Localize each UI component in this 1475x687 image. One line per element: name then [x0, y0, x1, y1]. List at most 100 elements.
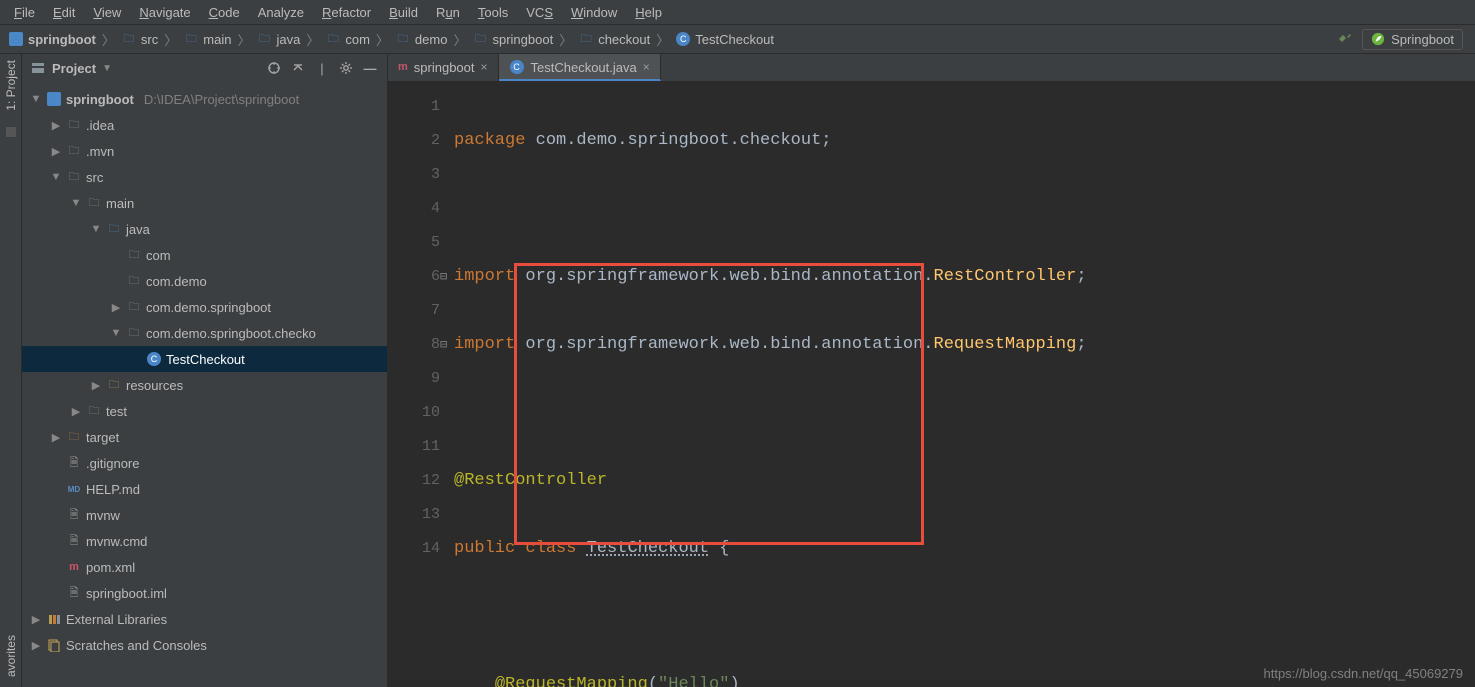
gear-icon[interactable]: [337, 59, 355, 77]
project-tool-tab[interactable]: 1: Project: [2, 54, 20, 117]
crumb-label: TestCheckout: [695, 32, 774, 47]
line-number: 14: [388, 532, 440, 566]
tree-item-test[interactable]: ▶ 🗀 test: [22, 398, 387, 424]
tree-item-mvn[interactable]: ▶ 🗀 .mvn: [22, 138, 387, 164]
locate-icon[interactable]: [265, 59, 283, 77]
tree-item-gitignore[interactable]: 🗎 .gitignore: [22, 450, 387, 476]
project-tree[interactable]: ▼ springboot D:\IDEA\Project\springboot …: [22, 82, 387, 687]
close-icon[interactable]: ×: [643, 60, 650, 74]
crumb-label: java: [276, 32, 300, 47]
tree-item-resources[interactable]: ▶ 🗀 resources: [22, 372, 387, 398]
hide-icon[interactable]: —: [361, 59, 379, 77]
tree-item-target[interactable]: ▶ 🗀 target: [22, 424, 387, 450]
structure-tool-tab-icon[interactable]: [6, 127, 16, 137]
spring-icon: [1371, 32, 1385, 46]
tree-item-pomxml[interactable]: m pom.xml: [22, 554, 387, 580]
menu-help[interactable]: Help: [627, 3, 670, 22]
code-editor[interactable]: package com.demo.springboot.checkout; ⊟i…: [448, 82, 1475, 687]
chevron-right-icon: 〉: [100, 30, 117, 49]
file-icon: 🗎: [66, 507, 82, 523]
editor-tab-testcheckout[interactable]: C TestCheckout.java ×: [499, 54, 661, 81]
module-icon: 🗎: [66, 585, 82, 601]
line-number: 4: [388, 192, 440, 226]
menu-file[interactable]: File: [6, 3, 43, 22]
tree-item-mvnwcmd[interactable]: 🗎 mvnw.cmd: [22, 528, 387, 554]
project-header: Project ▼ | —: [22, 54, 387, 82]
crumb-label: com: [345, 32, 370, 47]
source-folder-icon: 🗀: [106, 221, 122, 237]
crumb-src[interactable]: 🗀 src: [121, 31, 158, 47]
tree-item-springbootiml[interactable]: 🗎 springboot.iml: [22, 580, 387, 606]
tree-item-testcheckout[interactable]: C TestCheckout: [22, 346, 387, 372]
favorites-tool-tab[interactable]: avorites: [2, 629, 20, 683]
tree-item-com-demo-springboot-checkout[interactable]: ▼ 🗀 com.demo.springboot.checko: [22, 320, 387, 346]
crumb-main[interactable]: 🗀 main: [183, 31, 231, 47]
library-icon: [46, 611, 62, 627]
chevron-down-icon: ▼: [50, 171, 62, 183]
tree-root[interactable]: ▼ springboot D:\IDEA\Project\springboot: [22, 86, 387, 112]
chevron-right-icon: 〉: [304, 30, 321, 49]
crumb-label: main: [203, 32, 231, 47]
line-number: 9: [388, 362, 440, 396]
menu-navigate[interactable]: Navigate: [131, 3, 198, 22]
tab-label: TestCheckout.java: [531, 60, 637, 75]
menu-code[interactable]: Code: [201, 3, 248, 22]
tree-item-mvnw[interactable]: 🗎 mvnw: [22, 502, 387, 528]
chevron-right-icon: ▶: [50, 431, 62, 444]
crumb-checkout[interactable]: 🗀 checkout: [578, 31, 650, 47]
crumb-springboot[interactable]: 🗀 springboot: [472, 31, 553, 47]
chevron-right-icon: 〉: [235, 30, 252, 49]
chevron-down-icon: ▼: [102, 63, 112, 74]
run-configuration-selector[interactable]: Springboot: [1362, 29, 1463, 50]
chevron-right-icon: ▶: [50, 145, 62, 158]
tree-item-idea[interactable]: ▶ 🗀 .idea: [22, 112, 387, 138]
class-icon: C: [146, 351, 162, 367]
menu-run[interactable]: Run: [428, 3, 468, 22]
menu-analyze[interactable]: Analyze: [250, 3, 312, 22]
editor-tab-springboot[interactable]: m springboot ×: [388, 54, 499, 81]
tree-item-helpmd[interactable]: MD HELP.md: [22, 476, 387, 502]
chevron-right-icon: ▶: [50, 119, 62, 132]
tree-item-com-demo-springboot[interactable]: ▶ 🗀 com.demo.springboot: [22, 294, 387, 320]
menu-window[interactable]: Window: [563, 3, 625, 22]
crumb-class[interactable]: C TestCheckout: [675, 31, 774, 47]
fold-marker-icon[interactable]: ⊟: [440, 328, 452, 340]
folder-icon: 🗀: [66, 143, 82, 159]
tree-external-libraries[interactable]: ▶ External Libraries: [22, 606, 387, 632]
tree-scratches[interactable]: ▶ Scratches and Consoles: [22, 632, 387, 658]
crumb-root[interactable]: springboot: [8, 31, 96, 47]
tree-item-main[interactable]: ▼ 🗀 main: [22, 190, 387, 216]
project-title[interactable]: Project ▼: [30, 60, 112, 76]
maven-icon: m: [66, 559, 82, 575]
menu-tools[interactable]: Tools: [470, 3, 516, 22]
tree-item-com[interactable]: 🗀 com: [22, 242, 387, 268]
build-icon[interactable]: [1336, 30, 1354, 48]
watermark-text: https://blog.csdn.net/qq_45069279: [1264, 666, 1464, 681]
chevron-right-icon: ▶: [110, 301, 122, 314]
chevron-right-icon: 〉: [162, 30, 179, 49]
menu-edit[interactable]: Edit: [45, 3, 83, 22]
menu-refactor[interactable]: Refactor: [314, 3, 379, 22]
project-icon: [46, 91, 62, 107]
expand-all-icon[interactable]: [289, 59, 307, 77]
project-tool-window: Project ▼ | — ▼ springboot D:\IDEA\Proje…: [22, 54, 388, 687]
crumb-com[interactable]: 🗀 com: [325, 31, 370, 47]
crumb-java[interactable]: 🗀 java: [256, 31, 300, 47]
crumb-demo[interactable]: 🗀 demo: [395, 31, 448, 47]
menu-vcs[interactable]: VCS: [518, 3, 561, 22]
left-tool-window-bar: 1: Project avorites: [0, 54, 22, 687]
fold-marker-icon[interactable]: ⊟: [440, 260, 452, 272]
menu-view[interactable]: View: [85, 3, 129, 22]
line-number: 12: [388, 464, 440, 498]
menu-build[interactable]: Build: [381, 3, 426, 22]
folder-icon: 🗀: [66, 117, 82, 133]
line-number: 3: [388, 158, 440, 192]
tree-item-java[interactable]: ▼ 🗀 java: [22, 216, 387, 242]
tree-item-com-demo[interactable]: 🗀 com.demo: [22, 268, 387, 294]
chevron-right-icon: ▶: [30, 613, 42, 626]
chevron-right-icon: ▶: [90, 379, 102, 392]
editor-area: m springboot × C TestCheckout.java × 1 2…: [388, 54, 1475, 687]
tree-item-src[interactable]: ▼ 🗀 src: [22, 164, 387, 190]
folder-icon: 🗀: [256, 31, 272, 47]
close-icon[interactable]: ×: [481, 60, 488, 74]
